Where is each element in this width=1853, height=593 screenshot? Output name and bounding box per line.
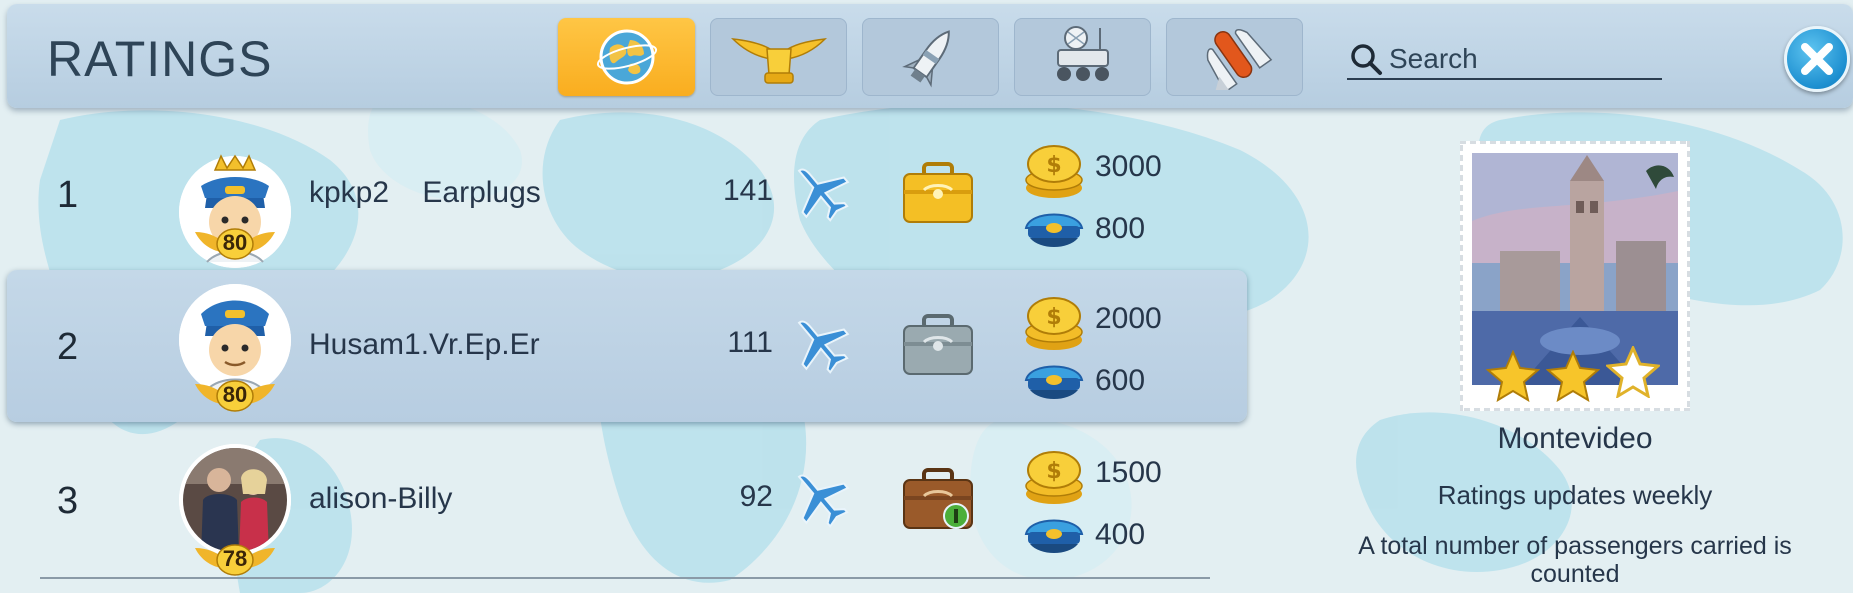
level-badge: 78 — [195, 542, 275, 576]
bronze-case-icon — [903, 468, 973, 529]
svg-text:$: $ — [1046, 153, 1061, 178]
rank-number: 2 — [57, 326, 79, 368]
star-rating — [1486, 346, 1664, 402]
level-badge: 80 — [195, 378, 275, 412]
tab-pilots[interactable] — [710, 18, 847, 96]
passengers-amount: 600 — [1095, 364, 1146, 397]
star-filled-icon — [1486, 350, 1540, 402]
space-shuttle-icon — [1206, 28, 1272, 90]
airplane-icon — [797, 168, 850, 222]
gold-case-icon — [903, 162, 973, 223]
tab-shuttles[interactable] — [1166, 18, 1303, 96]
page-title: RATINGS — [47, 31, 273, 87]
rank-number: 3 — [57, 480, 79, 522]
search-icon — [1351, 44, 1382, 75]
rating-row-2[interactable]: 2 80 Husam1.Vr.Ep.Er 111 $ 2000 600 — [7, 270, 1247, 422]
counting-note: A total number of passengers carried is … — [1358, 532, 1792, 588]
airplane-icon — [797, 474, 850, 528]
close-icon — [1801, 43, 1833, 75]
planes-count: 111 — [727, 326, 773, 359]
star-filled-icon — [1546, 350, 1600, 402]
coins-icon: $ — [1025, 297, 1083, 350]
airplane-icon — [797, 320, 850, 374]
search-input[interactable] — [1389, 42, 1649, 76]
planes-count: 92 — [739, 480, 773, 513]
coins-amount: 2000 — [1095, 302, 1162, 335]
rating-row-1[interactable]: 1 80 kpkp2 Earplugs 141 $ 3000 800 — [7, 118, 1247, 270]
header-bar: RATINGS — [7, 4, 1853, 108]
tab-rovers[interactable] — [1014, 18, 1151, 96]
level-number: 78 — [222, 546, 248, 571]
list-divider — [40, 577, 1210, 579]
search-box[interactable] — [1347, 38, 1662, 80]
level-number: 80 — [222, 382, 248, 407]
star-empty-icon — [1606, 346, 1660, 398]
pilot-cap-icon — [1024, 365, 1084, 399]
city-name: Montevideo — [1497, 422, 1653, 455]
pilot-cap-icon — [1024, 519, 1084, 553]
level-number: 80 — [222, 230, 248, 255]
player-name[interactable]: Husam1.Vr.Ep.Er — [309, 328, 540, 362]
tab-rockets[interactable] — [862, 18, 999, 96]
coins-amount: 1500 — [1095, 456, 1162, 489]
passengers-amount: 800 — [1095, 212, 1146, 245]
silver-case-icon — [903, 314, 973, 375]
rating-row-3[interactable]: 3 78 alison-Billy 92 $ 1500 400 — [7, 424, 1247, 576]
lunar-rover-icon — [1056, 26, 1109, 81]
passengers-amount: 400 — [1095, 518, 1146, 551]
close-button[interactable] — [1784, 26, 1850, 92]
svg-text:$: $ — [1046, 305, 1061, 330]
planes-count: 141 — [722, 174, 773, 207]
pilot-wings-icon — [730, 38, 827, 84]
pilot-cap-icon — [1024, 213, 1084, 247]
coins-icon: $ — [1025, 145, 1083, 198]
coins-amount: 3000 — [1095, 150, 1162, 183]
tab-world[interactable] — [558, 18, 695, 96]
player-name[interactable]: kpkp2 Earplugs — [309, 176, 541, 210]
update-note: Ratings updates weekly — [1437, 480, 1713, 510]
rank-number: 1 — [57, 174, 79, 216]
player-name[interactable]: alison-Billy — [309, 482, 452, 516]
rocket-icon — [901, 30, 950, 88]
coins-icon: $ — [1025, 451, 1083, 504]
svg-text:$: $ — [1046, 459, 1061, 484]
level-badge: 80 — [195, 226, 275, 260]
globe-icon — [596, 29, 657, 85]
photo-avatar — [179, 444, 291, 556]
